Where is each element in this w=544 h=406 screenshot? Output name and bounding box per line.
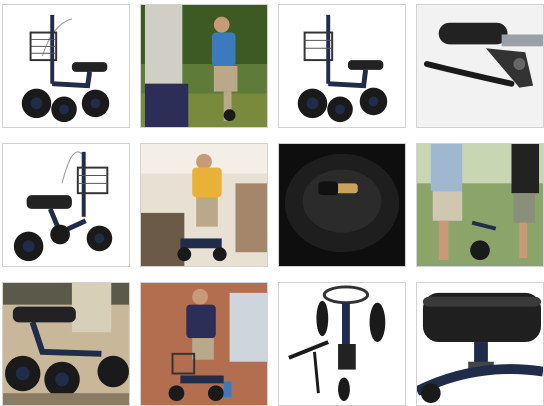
tire-closeup-image [279, 144, 405, 266]
thumbnail-scooter-folded[interactable] [278, 282, 406, 406]
thumbnail-knee-scooter-side-2[interactable] [278, 4, 406, 128]
thumbnail-padded-seat[interactable] [416, 282, 544, 406]
indoor-rider-image [141, 144, 267, 266]
thumbnail-rider-seat-lowangle[interactable] [2, 282, 130, 406]
patio-rider-image [141, 283, 267, 405]
seat-closeup-image [417, 283, 543, 405]
product-image-gallery [0, 0, 544, 406]
couple-outdoor-image [417, 144, 543, 266]
folded-scooter-image [279, 283, 405, 405]
knee-scooter-image [279, 5, 405, 127]
thumbnail-man-outdoors[interactable] [140, 4, 268, 128]
seat-lowangle-image [3, 283, 129, 405]
handbrake-image [417, 5, 543, 127]
thumbnail-couple-walking[interactable] [416, 143, 544, 267]
outdoor-rider-image [141, 5, 267, 127]
thumbnail-man-brick-patio[interactable] [140, 282, 268, 406]
thumbnail-tire-valve[interactable] [278, 143, 406, 267]
knee-scooter-image [3, 144, 129, 266]
thumbnail-handbrake[interactable] [416, 4, 544, 128]
thumbnail-man-kitchen[interactable] [140, 143, 268, 267]
knee-scooter-image [3, 5, 129, 127]
thumbnail-knee-scooter-side[interactable] [2, 4, 130, 128]
thumbnail-knee-scooter-front[interactable] [2, 143, 130, 267]
